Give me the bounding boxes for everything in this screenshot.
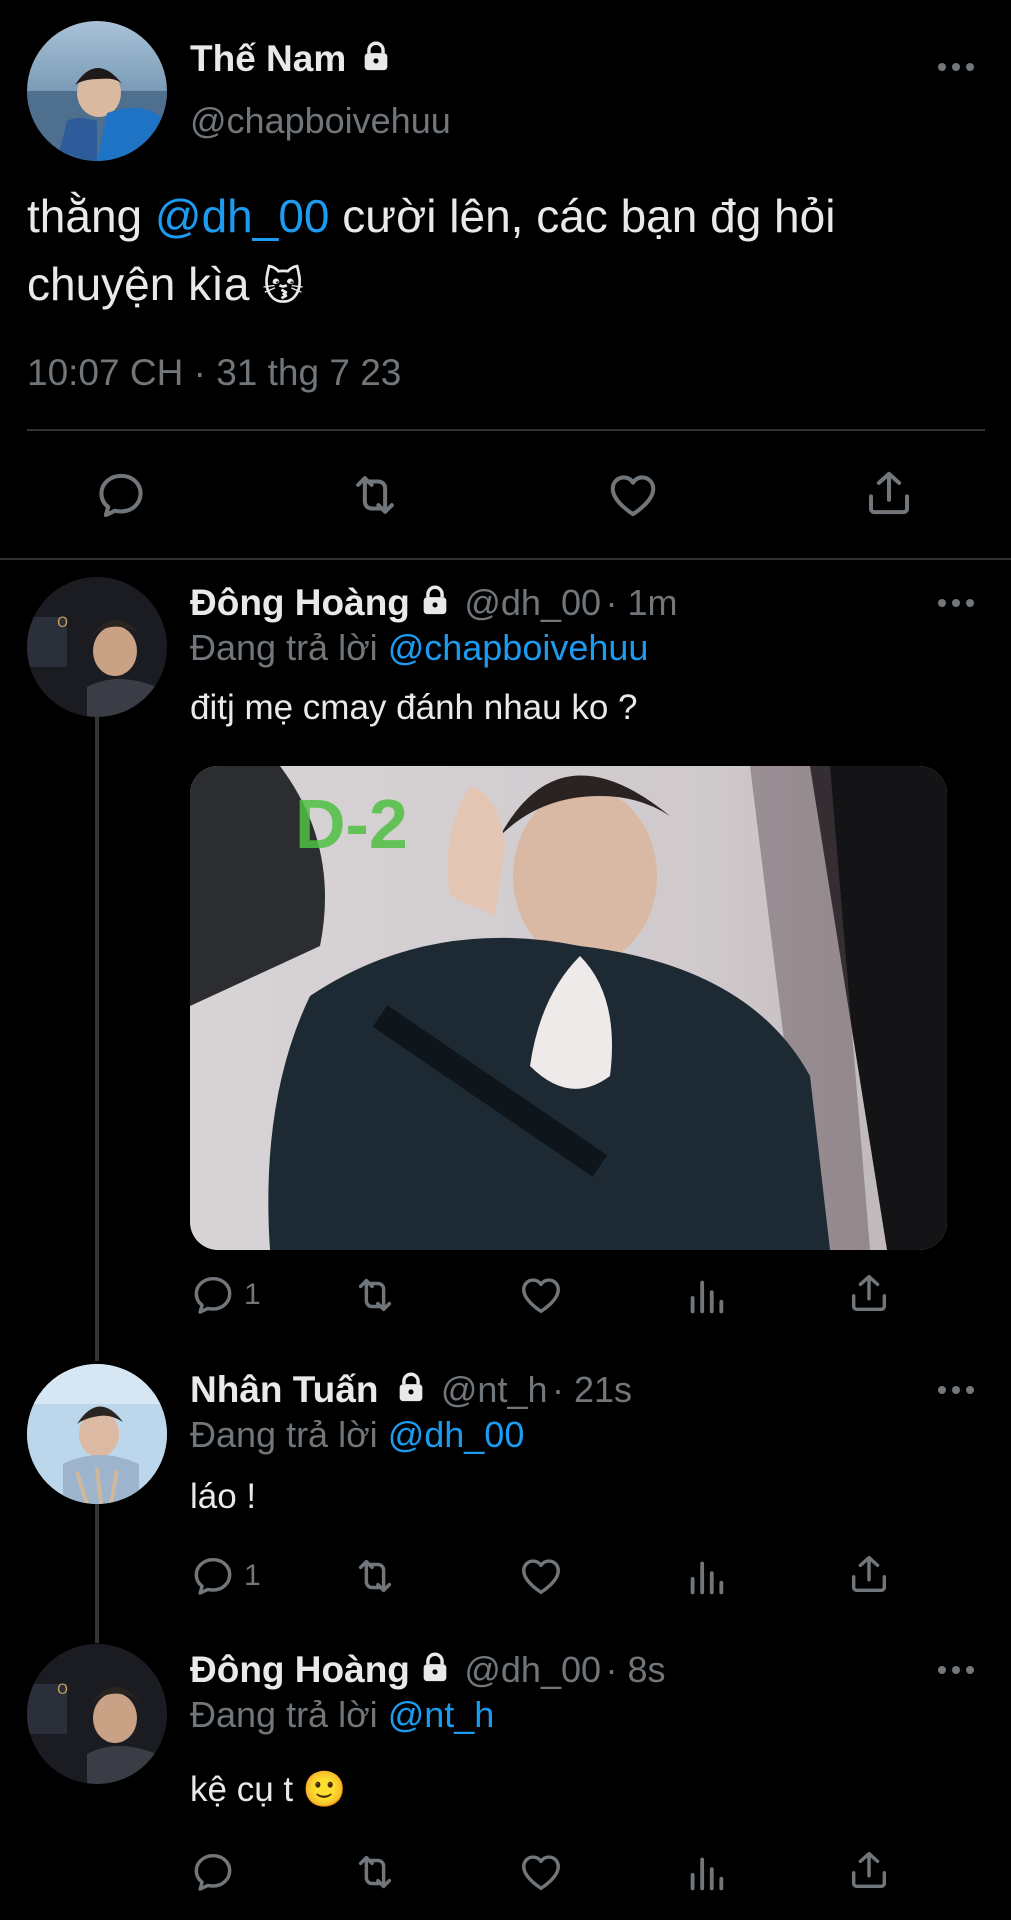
avatar[interactable] bbox=[27, 1364, 167, 1504]
reply-count: 1 bbox=[244, 1559, 261, 1592]
post-time[interactable]: · 1m bbox=[605, 582, 677, 623]
mention-link[interactable]: @dh_00 bbox=[155, 190, 330, 242]
mention-link[interactable]: @chapboivehuu bbox=[388, 627, 649, 668]
reply-header: Đông Hoàng @dh_00 · 8s bbox=[190, 1649, 665, 1691]
lock-icon bbox=[418, 1650, 452, 1684]
tweet-text: thằng @dh_00 cười lên, các bạn đg hỏi ch… bbox=[27, 182, 957, 321]
media-overlay-text: D-2 bbox=[295, 785, 408, 863]
media-video-frame: D-2 bbox=[190, 766, 947, 1250]
reply-text-body: kệ cụ t bbox=[190, 1770, 294, 1809]
more-horizontal-icon[interactable] bbox=[938, 63, 974, 71]
retweet-icon[interactable] bbox=[348, 468, 402, 522]
views-icon[interactable] bbox=[683, 1850, 729, 1896]
replying-to: Đang trả lời @chapboivehuu bbox=[190, 627, 648, 669]
more-horizontal-icon[interactable] bbox=[938, 1666, 974, 1674]
author-name-row: Thế Nam bbox=[190, 38, 393, 80]
author-handle[interactable]: @dh_00 bbox=[464, 1649, 601, 1690]
reply-icon[interactable] bbox=[190, 1849, 236, 1895]
author-name[interactable]: Đông Hoàng bbox=[190, 582, 410, 623]
svg-text:O: O bbox=[57, 1682, 68, 1698]
author-handle[interactable]: @dh_00 bbox=[464, 582, 601, 623]
post-time[interactable]: · 21s bbox=[552, 1369, 632, 1410]
lock-icon bbox=[359, 39, 393, 73]
views-icon[interactable] bbox=[683, 1273, 729, 1319]
avatar-image: O bbox=[27, 577, 167, 717]
lock-icon bbox=[418, 583, 452, 617]
reply-text: kệ cụ t 🙂 bbox=[190, 1769, 346, 1810]
replying-to-label: Đang trả lời bbox=[190, 627, 388, 668]
mention-link[interactable]: @dh_00 bbox=[388, 1414, 525, 1455]
retweet-icon[interactable] bbox=[352, 1553, 398, 1599]
divider bbox=[27, 429, 985, 431]
timestamp[interactable]: 10:07 CH · 31 thg 7 23 bbox=[27, 352, 401, 394]
avatar-image bbox=[27, 68, 167, 161]
author-handle[interactable]: @nt_h bbox=[441, 1369, 548, 1410]
heart-icon[interactable] bbox=[606, 468, 660, 522]
retweet-icon[interactable] bbox=[352, 1272, 398, 1318]
reply-header: Nhân Tuấn @nt_h · 21s bbox=[190, 1369, 632, 1411]
avatar[interactable]: O bbox=[27, 1644, 167, 1784]
views-icon[interactable] bbox=[683, 1554, 729, 1600]
reply-text: đitj mẹ cmay đánh nhau ko ? bbox=[190, 688, 638, 727]
heart-icon[interactable] bbox=[518, 1849, 564, 1895]
avatar[interactable]: O bbox=[27, 577, 167, 717]
author-name[interactable]: Đông Hoàng bbox=[190, 1649, 410, 1690]
thread-line bbox=[95, 716, 99, 1361]
author-handle[interactable]: @chapboivehuu bbox=[190, 100, 451, 142]
more-horizontal-icon[interactable] bbox=[938, 599, 974, 607]
media-image[interactable]: D-2 bbox=[190, 766, 947, 1250]
avatar[interactable] bbox=[27, 21, 167, 161]
share-icon[interactable] bbox=[862, 466, 916, 520]
replying-to: Đang trả lời @dh_00 bbox=[190, 1414, 524, 1456]
section-divider bbox=[0, 558, 1011, 560]
share-icon[interactable] bbox=[846, 1551, 892, 1597]
reply-header: Đông Hoàng @dh_00 · 1m bbox=[190, 582, 677, 624]
reply-text: láo ! bbox=[190, 1477, 257, 1516]
replying-to-label: Đang trả lời bbox=[190, 1414, 388, 1455]
reply-icon bbox=[190, 1272, 236, 1318]
avatar-image: O bbox=[27, 1644, 167, 1784]
replying-to: Đang trả lời @nt_h bbox=[190, 1694, 494, 1736]
heart-icon[interactable] bbox=[518, 1272, 564, 1318]
author-name[interactable]: Thế Nam bbox=[190, 38, 346, 79]
author-name[interactable]: Nhân Tuấn bbox=[190, 1369, 378, 1410]
reply-icon[interactable] bbox=[94, 468, 148, 522]
retweet-icon[interactable] bbox=[352, 1849, 398, 1895]
reply-count: 1 bbox=[244, 1278, 261, 1311]
reply-action[interactable]: 1 bbox=[190, 1553, 261, 1599]
post-time[interactable]: · 8s bbox=[605, 1649, 665, 1690]
heart-icon[interactable] bbox=[518, 1553, 564, 1599]
mention-link[interactable]: @nt_h bbox=[388, 1694, 495, 1735]
avatar-image bbox=[27, 1364, 167, 1504]
more-horizontal-icon[interactable] bbox=[938, 1386, 974, 1394]
lock-icon bbox=[394, 1370, 428, 1404]
share-icon[interactable] bbox=[846, 1270, 892, 1316]
emoji: 😽 bbox=[262, 265, 304, 309]
reply-icon bbox=[190, 1553, 236, 1599]
replying-to-label: Đang trả lời bbox=[190, 1694, 388, 1735]
thread-line bbox=[95, 1503, 99, 1643]
emoji: 🙂 bbox=[302, 1770, 347, 1809]
reply-action[interactable]: 1 bbox=[190, 1272, 261, 1318]
svg-text:O: O bbox=[57, 615, 68, 631]
tweet-text-before: thằng bbox=[27, 190, 155, 242]
share-icon[interactable] bbox=[846, 1847, 892, 1893]
